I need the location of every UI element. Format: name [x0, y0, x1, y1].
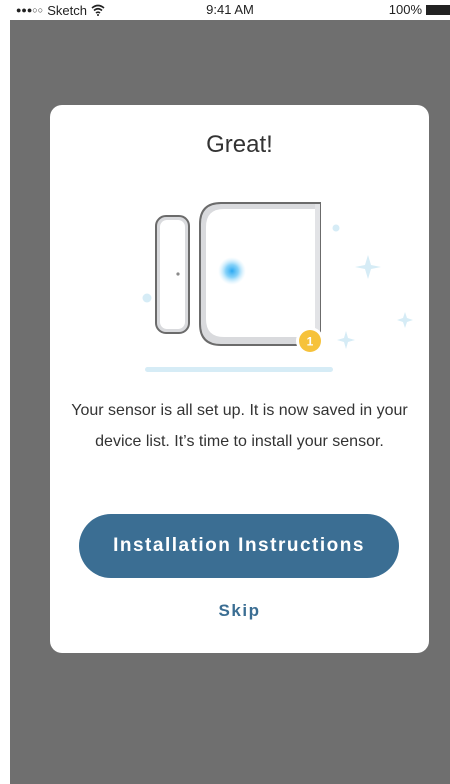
sensor-body — [199, 202, 321, 346]
skip-link[interactable]: Skip — [50, 601, 429, 621]
success-modal: Great! 1 Your sensor is all set up. It i… — [50, 105, 429, 653]
door-sensor-illustration: 1 — [142, 202, 413, 372]
status-time: 9:41 AM — [206, 2, 254, 17]
status-right: 100% — [389, 2, 450, 17]
step-badge: 1 — [296, 327, 324, 355]
magnet-piece — [155, 215, 190, 334]
sensor-led — [218, 257, 246, 285]
status-bar: ●●●○○ Sketch 9:41 AM 100% — [10, 0, 450, 20]
badge-number: 1 — [307, 335, 314, 349]
screen: ●●●○○ Sketch 9:41 AM 100% Great! 1 Your … — [10, 0, 450, 784]
modal-message: Your sensor is all set up. It is now sav… — [71, 402, 408, 450]
ground-line — [145, 367, 333, 372]
battery-percent: 100% — [388, 2, 422, 17]
battery-icon — [426, 4, 450, 15]
installation-instructions-button[interactable]: Installation Instructions — [79, 514, 399, 578]
